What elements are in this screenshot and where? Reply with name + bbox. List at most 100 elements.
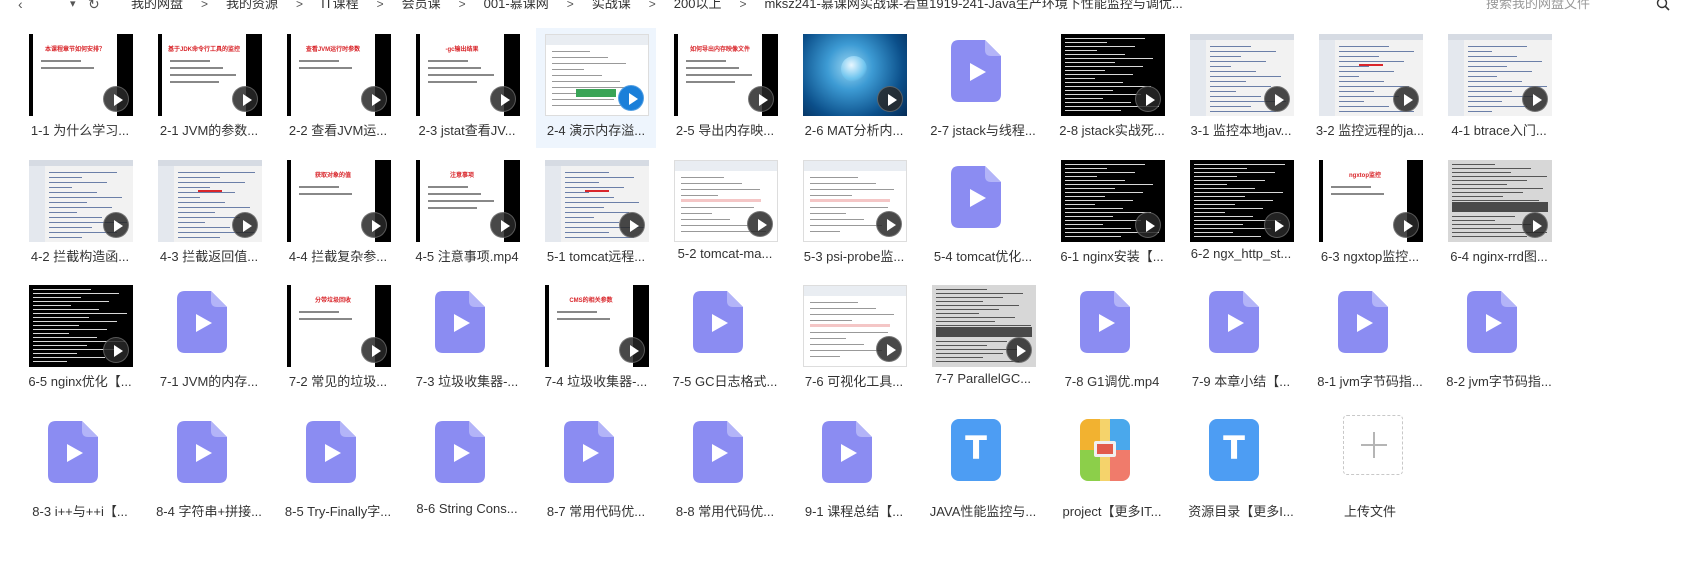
play-icon[interactable] [747,211,773,237]
file-item[interactable]: 8-7 常用代码优... [536,409,656,529]
video-thumbnail[interactable] [1448,160,1552,242]
file-item[interactable]: 9-1 课程总结【... [794,409,914,529]
file-item[interactable]: 7-1 JVM的内存... [149,279,269,399]
video-thumbnail[interactable]: 基于JDK命令行工具的监控 [158,34,262,116]
file-item[interactable]: 基于JDK命令行工具的监控 2-1 JVM的参数... [149,28,269,148]
file-item[interactable]: 2-8 jstack实战死... [1052,28,1172,148]
video-thumbnail[interactable]: 如何导出内存映像文件 [674,34,778,116]
play-icon[interactable] [1522,86,1548,112]
video-thumbnail[interactable]: 查看JVM运行时参数 [287,34,391,116]
file-item[interactable]: 5-1 tomcat远程... [536,154,656,274]
file-item[interactable]: 5-3 psi-probe监... [794,154,914,274]
file-item[interactable]: 8-8 常用代码优... [665,409,785,529]
play-icon[interactable] [490,86,516,112]
breadcrumb-item[interactable]: 我的网盘 [131,0,183,13]
file-item[interactable]: 查看JVM运行时参数 2-2 查看JVM运... [278,28,398,148]
file-item[interactable]: 7-3 垃圾收集器-... [407,279,527,399]
video-thumbnail[interactable]: 分带垃圾回收 [287,285,391,367]
play-icon[interactable] [232,86,258,112]
file-item[interactable]: 7-6 可视化工具... [794,279,914,399]
video-thumbnail[interactable] [803,285,907,367]
file-item[interactable]: 6-2 ngx_http_st... [1181,154,1301,274]
file-item[interactable]: 8-4 字符串+拼接... [149,409,269,529]
file-item[interactable]: T 资源目录【更多I... [1181,409,1301,529]
video-thumbnail[interactable] [674,160,778,242]
file-item[interactable]: 5-4 tomcat优化... [923,154,1043,274]
video-thumbnail[interactable]: -gc输出结果 [416,34,520,116]
file-item[interactable]: T JAVA性能监控与... [923,409,1043,529]
video-thumbnail[interactable]: CMS的相关参数 [545,285,649,367]
file-item[interactable]: 8-6 String Cons... [407,409,527,529]
play-icon[interactable] [1135,212,1161,238]
file-item[interactable]: 2-4 演示内存溢... [536,28,656,148]
file-item[interactable]: 8-1 jvm字节码指... [1310,279,1430,399]
play-icon[interactable] [361,86,387,112]
video-thumbnail[interactable] [803,34,907,116]
plus-icon[interactable] [1343,415,1403,475]
file-item[interactable]: 4-1 btrace入门... [1439,28,1559,148]
video-thumbnail[interactable] [545,160,649,242]
play-icon[interactable] [103,337,129,363]
video-thumbnail[interactable] [158,160,262,242]
play-icon[interactable] [1393,212,1419,238]
search-icon[interactable] [1656,0,1670,11]
file-item[interactable]: 5-2 tomcat-ma... [665,154,785,274]
video-thumbnail[interactable] [545,34,649,116]
play-icon[interactable] [361,337,387,363]
video-thumbnail[interactable] [1190,34,1294,116]
search-box[interactable]: 搜索我的网盘文件 [1478,0,1674,15]
file-item[interactable]: 本课程章节如何安排？ 1-1 为什么学习... [20,28,140,148]
file-item[interactable]: 2-7 jstack与线程... [923,28,1043,148]
video-thumbnail[interactable]: 获取对象的值 [287,160,391,242]
video-thumbnail[interactable] [1061,160,1165,242]
breadcrumb-item[interactable]: 我的资源 [226,0,278,13]
play-icon[interactable] [1135,86,1161,112]
refresh-icon[interactable]: ↻ [88,0,100,14]
play-icon[interactable] [103,212,129,238]
file-item[interactable]: 6-4 nginx-rrd图... [1439,154,1559,274]
video-thumbnail[interactable] [29,285,133,367]
file-item[interactable]: project【更多IT... [1052,409,1172,529]
play-icon[interactable] [1393,86,1419,112]
play-icon[interactable] [618,85,644,111]
breadcrumb-item[interactable]: 001-慕课网 [484,0,549,13]
breadcrumb-item[interactable]: 200以上 [674,0,722,13]
file-item[interactable]: ngxtop监控 6-3 ngxtop监控... [1310,154,1430,274]
file-item[interactable]: 6-1 nginx安装【... [1052,154,1172,274]
play-icon[interactable] [1264,212,1290,238]
back-icon[interactable]: ‹ [18,0,23,14]
file-item[interactable]: CMS的相关参数 7-4 垃圾收集器-... [536,279,656,399]
play-icon[interactable] [619,337,645,363]
video-thumbnail[interactable] [1319,34,1423,116]
play-icon[interactable] [748,86,774,112]
file-item[interactable]: 8-2 jvm字节码指... [1439,279,1559,399]
file-item[interactable]: 7-5 GC日志格式... [665,279,785,399]
file-item[interactable]: -gc输出结果 2-3 jstat查看JV... [407,28,527,148]
video-thumbnail[interactable] [803,160,907,242]
breadcrumb-item[interactable]: mksz241-慕课网实战课-若鱼1919-241-Java生产环境下性能监控与… [764,0,1182,13]
file-item[interactable]: 获取对象的值 4-4 拦截复杂参... [278,154,398,274]
file-item[interactable]: 注意事项 4-5 注意事项.mp4 [407,154,527,274]
play-icon[interactable] [103,86,129,112]
video-thumbnail[interactable] [1190,160,1294,242]
search-input[interactable]: 搜索我的网盘文件 [1486,0,1590,13]
play-icon[interactable] [232,212,258,238]
file-item[interactable]: 6-5 nginx优化【... [20,279,140,399]
history-dropdown-icon[interactable]: ▾ [70,0,76,14]
upload-file-item[interactable]: 上传文件 [1310,409,1430,529]
play-icon[interactable] [1522,212,1548,238]
file-item[interactable]: 4-3 拦截返回值... [149,154,269,274]
file-item[interactable]: 分带垃圾回收 7-2 常见的垃圾... [278,279,398,399]
breadcrumb-item[interactable]: IT课程 [321,0,359,13]
file-item[interactable]: 4-2 拦截构造函... [20,154,140,274]
video-thumbnail[interactable] [1061,34,1165,116]
play-icon[interactable] [1264,86,1290,112]
file-item[interactable]: 7-9 本章小结【... [1181,279,1301,399]
video-thumbnail[interactable] [1448,34,1552,116]
video-thumbnail[interactable]: ngxtop监控 [1319,160,1423,242]
play-icon[interactable] [619,212,645,238]
play-icon[interactable] [1006,337,1032,363]
file-item[interactable]: 7-8 G1调优.mp4 [1052,279,1172,399]
file-item[interactable]: 8-3 i++与++i【... [20,409,140,529]
file-item[interactable]: 2-6 MAT分析内... [794,28,914,148]
